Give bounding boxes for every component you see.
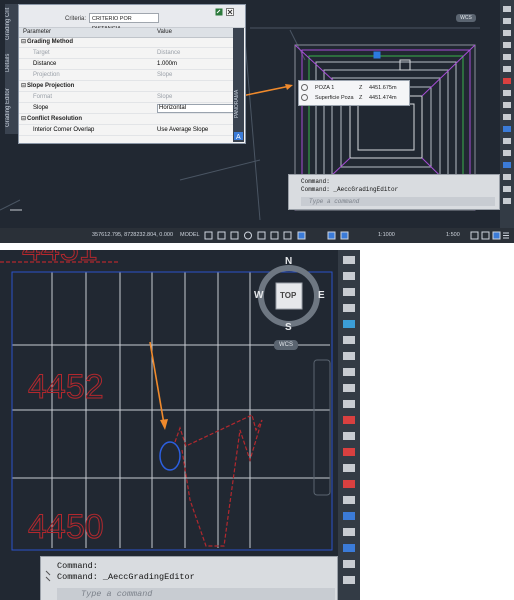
command-window-grip-icon[interactable]	[43, 569, 53, 589]
collapse-icon[interactable]: ⊟	[21, 38, 26, 47]
grid-header: Parameter Value	[19, 28, 233, 38]
parameter-name: Conflict Resolution	[27, 116, 82, 122]
tooltip-value: 4451.474m	[369, 95, 397, 101]
surface-icon	[301, 94, 308, 101]
status-toggle-icons[interactable]	[204, 231, 354, 240]
panorama-tab[interactable]: PANORAMA	[234, 68, 243, 118]
bottom-drawing-panel: 4451 4452 4450 TOP N S E W WCS	[0, 250, 360, 600]
model-button[interactable]: MODEL	[180, 232, 200, 238]
status-bar: 357612.795, 8728232.804, 0.000 MODEL 1:1…	[0, 228, 514, 243]
tab-grading-editor[interactable]: Grading Editor	[5, 84, 19, 132]
wcs-badge[interactable]: WCS	[456, 14, 476, 22]
edit-icon[interactable]	[215, 8, 223, 16]
tooltip-axis: Z	[359, 85, 363, 91]
command-placeholder: Type a command	[309, 198, 360, 205]
status-right-icons[interactable]	[470, 231, 510, 240]
svg-text:A: A	[236, 134, 241, 140]
contour-elevation-label: 4452	[28, 368, 105, 407]
grid-section-row[interactable]: ⊟ Conflict Resolution	[19, 115, 233, 125]
annotation-scale[interactable]: 1:1000	[378, 232, 395, 238]
grid-row[interactable]: Interior Corner Overlap Use Average Slope	[19, 126, 233, 136]
palette-header: Criteria: CRITERIO POR DISTANCIA	[19, 5, 245, 32]
command-window: Command: Command: _AeccGradingEditor Typ…	[40, 556, 338, 600]
tooltip-row: POZA 1 Z 4451.675m	[301, 83, 406, 93]
parameter-value[interactable]: Slope	[157, 71, 172, 80]
right-toolbar	[500, 0, 514, 228]
parameter-value[interactable]: Use Average Slope	[157, 126, 208, 135]
viewport-scale[interactable]: 1:500	[446, 232, 460, 238]
collapse-icon[interactable]: ⊟	[21, 115, 26, 124]
column-header-parameter: Parameter	[23, 29, 52, 35]
criteria-field[interactable]: CRITERIO POR DISTANCIA	[89, 13, 159, 32]
parameter-grid: ⊟ Grading Method Target Distance Distance 1.0…	[19, 38, 234, 142]
collapse-icon[interactable]: ⊟	[21, 82, 26, 91]
tab-details[interactable]: Details	[5, 48, 19, 78]
close-icon[interactable]	[226, 8, 234, 16]
command-history-line: Command:	[301, 178, 330, 185]
tooltip-row: Superficie Poza Z 4451.474m	[301, 93, 406, 103]
command-history-line: Command: _AeccGradingEditor	[57, 572, 195, 582]
viewcube-top-face[interactable]: TOP	[280, 291, 296, 300]
wcs-badge[interactable]: WCS	[274, 340, 298, 350]
palette-side-strip: PANORAMA A	[233, 28, 244, 142]
grid-row[interactable]: Projection Slope	[19, 71, 233, 81]
viewcube[interactable]: TOP N S E W WCS	[254, 256, 325, 358]
parameter-value[interactable]: Slope	[157, 93, 172, 102]
grid-row[interactable]: Target Distance	[19, 49, 233, 59]
tab-grading-criteria[interactable]: Grading Crit	[5, 6, 19, 42]
parameter-name: Grading Method	[27, 39, 73, 45]
grid-section-row[interactable]: ⊟ Grading Method	[19, 38, 233, 48]
coordinate-readout: 357612.795, 8728232.804, 0.000	[92, 232, 174, 238]
command-input[interactable]: Type a command	[301, 197, 495, 206]
parameter-name: Target	[33, 50, 50, 56]
command-input[interactable]: Type a command	[57, 588, 335, 600]
tooltip-name: Superficie Poza	[315, 95, 354, 101]
compass-north[interactable]: N	[285, 256, 292, 267]
elevation-tooltip: POZA 1 Z 4451.675m Superficie Poza Z 445…	[298, 80, 410, 106]
grading-editor-palette: Criteria: CRITERIO POR DISTANCIA Paramet…	[18, 4, 246, 144]
palette-app-icon[interactable]: A	[234, 132, 243, 140]
grid-row[interactable]: Format Slope	[19, 93, 233, 103]
parameter-name: Interior Corner Overlap	[33, 127, 95, 133]
tooltip-name: POZA 1	[315, 85, 335, 91]
top-drawing-panel: Grading Crit Details Grading Editor Crit…	[0, 0, 514, 243]
contour-elevation-label: 4451	[22, 250, 152, 269]
contour-elevation-label: 4450	[28, 508, 105, 547]
compass-east[interactable]: E	[318, 290, 325, 301]
command-placeholder: Type a command	[81, 589, 153, 599]
right-toolbar	[338, 250, 360, 600]
parameter-name: Distance	[33, 61, 57, 67]
parameter-value[interactable]: 1.000m	[157, 60, 177, 69]
parameter-name: Slope	[33, 105, 49, 111]
compass-west[interactable]: W	[254, 290, 263, 301]
parameter-name: Format	[33, 94, 53, 100]
column-header-value: Value	[157, 29, 172, 35]
toolbar-icons[interactable]	[338, 250, 360, 600]
criteria-label: Criteria:	[65, 16, 87, 22]
grid-row[interactable]: Slope Horizontal	[19, 104, 234, 114]
tooltip-value: 4451.675m	[369, 85, 397, 91]
tooltip-axis: Z	[359, 95, 363, 101]
parameter-value[interactable]: Horizontal	[157, 104, 234, 113]
compass-south[interactable]: S	[285, 322, 292, 333]
grid-row[interactable]: Distance 1.000m	[19, 60, 233, 70]
parameter-name: Projection	[33, 72, 60, 78]
command-history-line: Command: _AeccGradingEditor	[301, 186, 399, 193]
command-history-line: Command:	[57, 561, 98, 571]
surface-icon	[301, 84, 308, 91]
grid-section-row[interactable]: ⊟ Slope Projection	[19, 82, 233, 92]
command-window: Command: Command: _AeccGradingEditor Typ…	[288, 174, 500, 210]
toolbar-icons[interactable]	[500, 0, 514, 228]
parameter-value[interactable]: Distance	[157, 49, 180, 58]
parameter-name: Slope Projection	[27, 83, 75, 89]
palette-tab-strip: Grading Crit Details Grading Editor	[5, 4, 19, 134]
